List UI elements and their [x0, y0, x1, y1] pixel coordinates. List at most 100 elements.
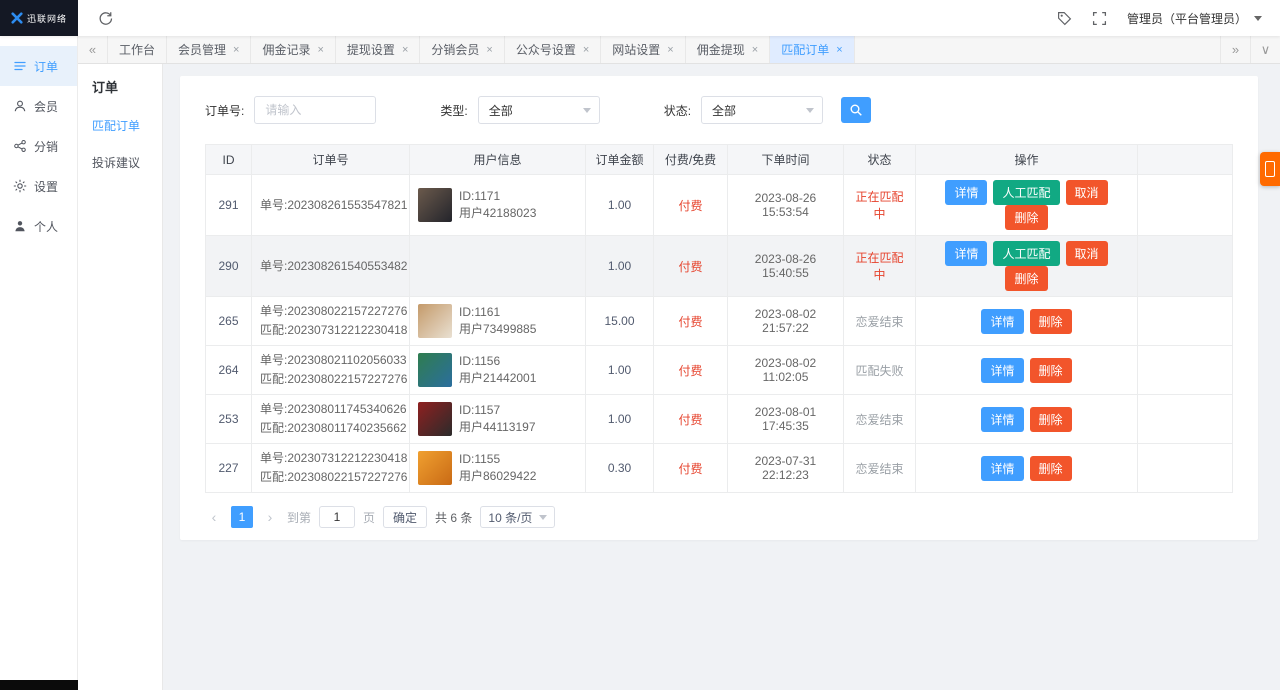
match-no: 匹配:202308022157227276 [260, 372, 408, 386]
fullscreen-icon[interactable] [1092, 11, 1107, 26]
pagination: ‹ 1 › 到第 页 确定 共 6 条 10 条/页 [205, 506, 1233, 528]
cell-order-no: 单号:202308261540553482 [251, 235, 410, 297]
tab-member-manage[interactable]: 会员管理 × [167, 36, 252, 63]
cell-id: 290 [205, 235, 252, 297]
tab-site-setting[interactable]: 网站设置 × [601, 36, 686, 63]
filter-order-no: 订单号: [205, 96, 377, 124]
order-no: 单号:202308261540553482 [260, 258, 408, 273]
type-select-value: 全部 [488, 103, 513, 118]
manual-match-button[interactable]: 人工匹配 [993, 180, 1060, 205]
tab-close-icon[interactable]: × [836, 44, 842, 56]
search-button[interactable] [841, 97, 872, 123]
page-1-button[interactable]: 1 [231, 506, 253, 528]
tab-close-icon[interactable]: × [752, 44, 758, 56]
tab-mp-setting[interactable]: 公众号设置 × [505, 36, 602, 63]
next-page-button[interactable]: › [261, 509, 279, 525]
order-no-input[interactable] [254, 96, 377, 124]
order-list-icon [13, 59, 27, 73]
jump-page-input[interactable] [319, 506, 356, 528]
manual-match-button[interactable]: 人工匹配 [993, 241, 1060, 266]
delete-button[interactable]: 删除 [1005, 266, 1048, 291]
sidebar-item-orders[interactable]: 订单 [0, 46, 77, 86]
member-icon [13, 99, 27, 113]
cell-user-info: ID:1157 用户44113197 [409, 394, 586, 444]
page-size-select[interactable]: 10 条/页 [480, 506, 556, 528]
tab-match-orders[interactable]: 匹配订单 × [770, 36, 855, 63]
tab-withdraw-setting[interactable]: 提现设置 × [336, 36, 421, 63]
tab-label: 匹配订单 [781, 43, 830, 57]
sidebar-item-settings[interactable]: 设置 [0, 166, 77, 206]
detail-button[interactable]: 详情 [981, 308, 1024, 334]
delete-button[interactable]: 删除 [1029, 308, 1072, 334]
cell-status: 恋爱结束 [843, 296, 916, 346]
cell-amount: 1.00 [585, 235, 654, 297]
cell-empty [1137, 296, 1233, 346]
orders-table-body: 291 单号:202308261553547821 ID:1171 用户4218802… [205, 174, 1233, 493]
submenu-items: 匹配订单 投诉建议 [78, 107, 162, 181]
user-id: ID:1171 [459, 189, 501, 203]
tab-commission-log[interactable]: 佣金记录 × [251, 36, 336, 63]
prev-page-button[interactable]: ‹ [205, 509, 223, 525]
cell-amount: 1.00 [585, 394, 654, 444]
submenu-item-match-orders[interactable]: 匹配订单 [78, 107, 162, 144]
tab-close-icon[interactable]: × [317, 44, 323, 56]
user-avatar[interactable] [418, 188, 452, 222]
chevron-down-icon [539, 514, 548, 520]
cell-order-time: 2023-08-02 11:02:05 [727, 345, 844, 395]
cell-fee-type: 付费 [653, 394, 728, 444]
order-row-291: 291 单号:202308261553547821 ID:1171 用户4218802… [205, 174, 1233, 236]
cell-id: 265 [205, 296, 252, 346]
jump-confirm-button[interactable]: 确定 [383, 506, 428, 528]
detail-button[interactable]: 详情 [981, 406, 1024, 432]
type-select[interactable]: 全部 [477, 96, 600, 124]
tab-close-icon[interactable]: × [402, 44, 408, 56]
cell-status: 匹配失败 [843, 345, 916, 395]
delete-button[interactable]: 删除 [1029, 455, 1072, 481]
user-avatar[interactable] [418, 451, 452, 485]
cell-amount: 1.00 [585, 345, 654, 395]
detail-button[interactable]: 详情 [981, 455, 1024, 481]
tabs-collapse-button[interactable]: « [78, 36, 108, 63]
sidebar-item-distribution[interactable]: 分销 [0, 126, 77, 166]
user-avatar[interactable] [418, 402, 452, 436]
floating-contact-button[interactable] [1260, 152, 1280, 186]
tag-icon[interactable] [1057, 11, 1072, 26]
user-avatar[interactable] [418, 353, 452, 387]
tab-close-icon[interactable]: × [667, 44, 673, 56]
total-count-label: 共 6 条 [435, 510, 473, 525]
tab-workbench[interactable]: 工作台 [108, 36, 168, 63]
cell-order-time: 2023-07-31 22:12:23 [727, 443, 844, 493]
detail-button[interactable]: 详情 [945, 180, 988, 205]
detail-button[interactable]: 详情 [981, 357, 1024, 383]
cancel-button[interactable]: 取消 [1065, 241, 1108, 266]
secondary-sidebar: 订单 匹配订单 投诉建议 [78, 64, 163, 690]
sidebar-footer [0, 680, 78, 690]
sidebar-item-profile[interactable]: 个人 [0, 206, 77, 246]
cell-order-time: 2023-08-26 15:53:54 [727, 174, 844, 236]
tab-close-icon[interactable]: × [583, 44, 589, 56]
cancel-button[interactable]: 取消 [1065, 180, 1108, 205]
tab-close-icon[interactable]: × [233, 44, 239, 56]
submenu-item-complaints[interactable]: 投诉建议 [78, 144, 162, 181]
tab-commission-cash[interactable]: 佣金提现 × [686, 36, 771, 63]
tabs-menu-button[interactable]: ∨ [1250, 36, 1280, 63]
cell-status: 正在匹配中 [843, 174, 916, 236]
submenu-title: 订单 [92, 80, 119, 95]
refresh-icon[interactable] [98, 11, 113, 26]
detail-button[interactable]: 详情 [945, 241, 988, 266]
cell-empty [1137, 174, 1233, 236]
user-menu[interactable]: 管理员（平台管理员） [1127, 10, 1262, 27]
caret-down-icon [1254, 15, 1262, 21]
sidebar-item-members[interactable]: 会员 [0, 86, 77, 126]
delete-button[interactable]: 删除 [1029, 406, 1072, 432]
tab-close-icon[interactable]: × [486, 44, 492, 56]
match-no: 匹配:202308022157227276 [260, 470, 408, 484]
user-avatar[interactable] [418, 304, 452, 338]
tabs-expand-button[interactable]: » [1220, 36, 1250, 63]
main-column: « 工作台 会员管理 × 佣金记录 × 提现设置 × 分销会员 × 公众号设置 × 网站设置 × 佣金提现… [78, 36, 1280, 690]
user-id: ID:1156 [459, 354, 501, 368]
delete-button[interactable]: 删除 [1029, 357, 1072, 383]
status-select[interactable]: 全部 [701, 96, 824, 124]
delete-button[interactable]: 删除 [1005, 205, 1048, 230]
tab-distributor[interactable]: 分销会员 × [420, 36, 505, 63]
